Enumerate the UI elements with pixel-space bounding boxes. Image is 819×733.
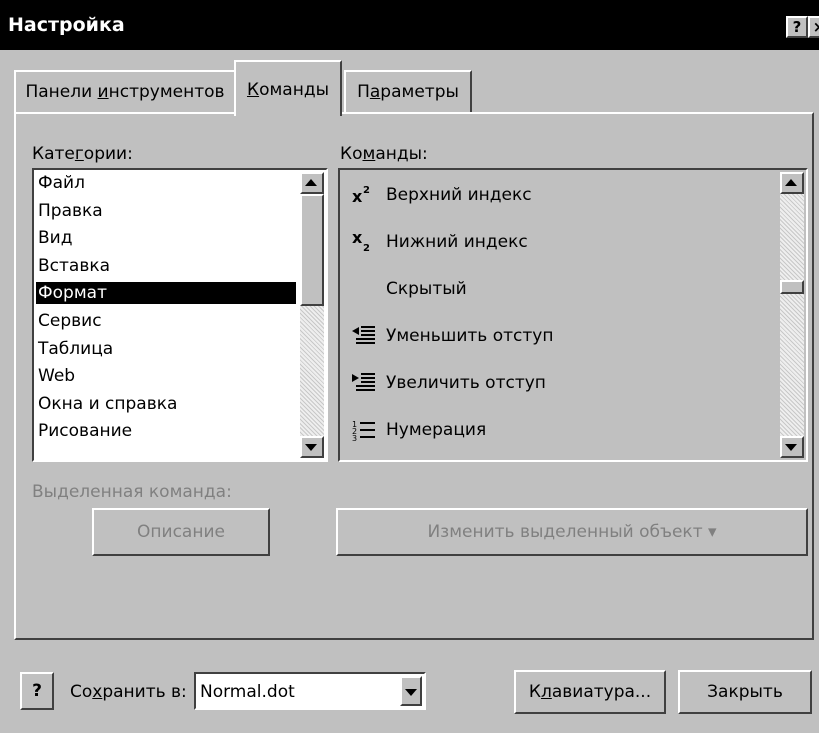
tab-commands-label-c: оманды (259, 80, 329, 100)
tab-options-label-a: П (357, 82, 370, 102)
help-icon: ? (32, 681, 42, 701)
blank-icon (350, 274, 378, 304)
svg-text:2: 2 (363, 243, 370, 254)
command-label: Нумерация (386, 420, 487, 440)
command-item[interactable]: x 2 Нижний индекс (350, 227, 770, 257)
categories-scroll-thumb[interactable] (300, 194, 324, 306)
commands-list[interactable]: x 2 Верхний индекс x 2 Нижний индекс Скрытый Ум… (338, 168, 808, 462)
svg-text:x: x (352, 187, 363, 206)
command-label: Увеличить отступ (386, 373, 546, 393)
commands-label-c: анды: (375, 144, 428, 164)
active-tab-joint (236, 112, 340, 116)
command-item[interactable]: Скрытый (350, 274, 770, 304)
arrow-up-icon (785, 179, 797, 186)
categories-label: Категории: (32, 144, 133, 164)
command-label: Уменьшить отступ (386, 326, 554, 346)
subscript-icon: x2 (350, 227, 378, 257)
categories-label-c: ории: (83, 144, 133, 164)
tab-toolbars-label-c: нструментов (108, 82, 225, 102)
tab-commands[interactable]: Команды (234, 60, 342, 116)
commands-scroll-thumb[interactable] (780, 280, 804, 294)
tab-options[interactable]: Параметры (344, 70, 472, 114)
keyboard-label-a: К (528, 682, 541, 702)
command-item[interactable]: Увеличить отступ (350, 368, 770, 398)
command-label: Верхний индекс (386, 185, 532, 205)
commands-label-a: Ко (340, 144, 363, 164)
category-item[interactable]: Правка (36, 200, 296, 222)
commands-scrollbar[interactable] (780, 172, 804, 458)
modify-selection-button[interactable]: Изменить выделенный объект ▾ (336, 508, 808, 556)
command-item[interactable]: 1 2 3 Нумерация (350, 415, 770, 445)
category-item[interactable]: Формат (36, 282, 296, 305)
command-item[interactable]: x 2 Верхний индекс (350, 180, 770, 210)
save-in-dropdown-button[interactable] (400, 676, 422, 706)
chevron-down-icon (405, 689, 417, 696)
arrow-down-icon (785, 444, 797, 451)
close-button[interactable]: Закрыть (678, 670, 812, 714)
tab-options-label-b: а (369, 82, 381, 102)
tab-options-label-c: раметры (380, 82, 459, 102)
help-icon-button[interactable]: ? (20, 672, 54, 710)
tab-toolbars-label-a: Панели (25, 82, 98, 102)
command-label: Скрытый (386, 279, 467, 299)
keyboard-label-c: авиатура... (551, 682, 652, 702)
svg-text:3: 3 (352, 434, 357, 443)
command-item[interactable]: Уменьшить отступ (350, 321, 770, 351)
superscript-icon: x2 (350, 180, 378, 210)
customize-dialog: Настройка ? × Панели инструментов Команд… (0, 0, 819, 733)
title-bar: Настройка ? × (0, 0, 819, 50)
window-title: Настройка (8, 14, 125, 36)
close-window-button[interactable]: × (808, 16, 819, 38)
category-item[interactable]: Рисование (36, 420, 296, 442)
keyboard-label-b: л (540, 682, 552, 702)
save-in-label-b: х (92, 682, 103, 702)
categories-scrollbar[interactable] (300, 172, 324, 458)
category-item[interactable]: Файл (36, 172, 296, 194)
decrease-indent-icon (350, 321, 378, 351)
commands-scroll-down-button[interactable] (780, 436, 804, 458)
save-in-label-a: Со (70, 682, 93, 702)
tab-commands-label-b: К (246, 80, 260, 100)
category-item[interactable]: Вид (36, 227, 296, 249)
selected-command-label: Выделенная команда: (32, 482, 232, 502)
save-in-label-c: ранить в: (102, 682, 187, 702)
command-label: Нижний индекс (386, 232, 528, 252)
increase-indent-icon (350, 368, 378, 398)
numbering-icon: 123 (350, 415, 378, 445)
help-button[interactable]: ? (786, 16, 808, 38)
tab-toolbars-label-b: и (97, 82, 109, 102)
category-item[interactable]: Вставка (36, 255, 296, 277)
describe-button[interactable]: Описание (92, 508, 270, 556)
categories-label-b: г (74, 144, 84, 164)
arrow-up-icon (305, 179, 317, 186)
tab-toolbars[interactable]: Панели инструментов (14, 70, 236, 114)
svg-text:2: 2 (363, 185, 370, 196)
commands-label-b: м (362, 144, 376, 164)
categories-scroll-down-button[interactable] (300, 436, 324, 458)
categories-label-a: Кате (32, 144, 75, 164)
category-item[interactable]: Web (36, 365, 296, 387)
arrow-down-icon (305, 444, 317, 451)
save-in-value: Normal.dot (200, 682, 295, 702)
keyboard-button[interactable]: Клавиатура... (514, 670, 666, 714)
categories-list[interactable]: Файл Правка Вид Вставка Формат Сервис Таблица W… (32, 168, 328, 462)
svg-text:x: x (352, 228, 363, 247)
save-in-select[interactable]: Normal.dot (194, 672, 426, 710)
category-item[interactable]: Сервис (36, 310, 296, 332)
save-in-label: Сохранить в: (70, 682, 187, 702)
commands-scroll-up-button[interactable] (780, 172, 804, 194)
categories-scroll-up-button[interactable] (300, 172, 324, 194)
commands-label: Команды: (340, 144, 428, 164)
category-item[interactable]: Окна и справка (36, 393, 296, 415)
category-item[interactable]: Таблица (36, 338, 296, 360)
